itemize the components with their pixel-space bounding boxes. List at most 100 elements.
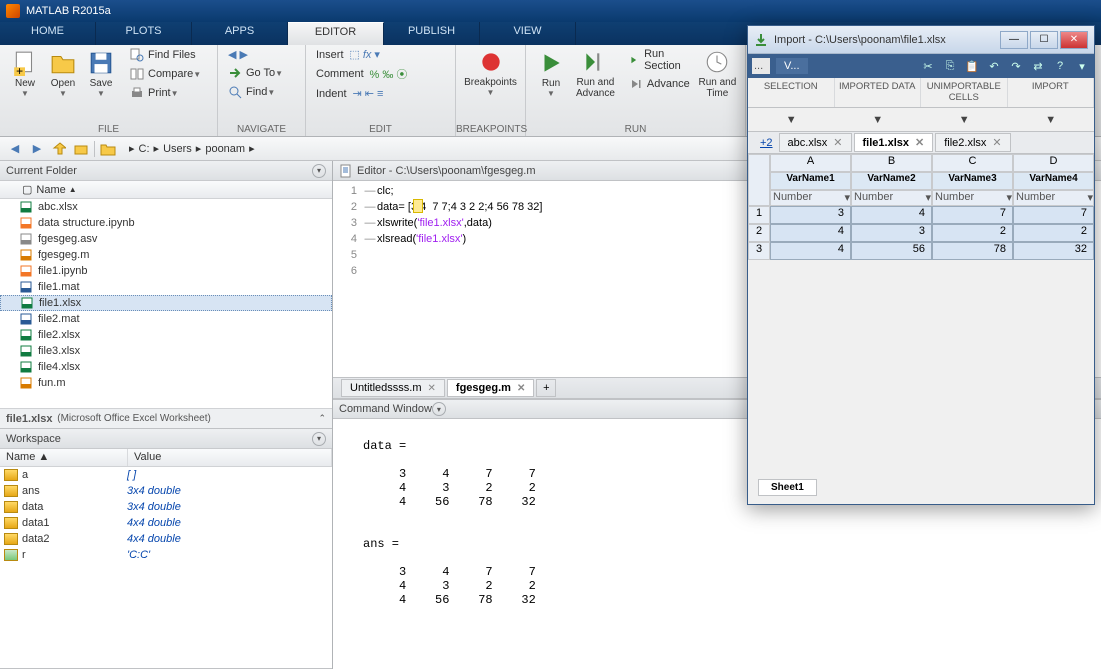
maximize-button[interactable]: ☐ [1030, 31, 1058, 49]
add-tab-button[interactable]: + [536, 379, 556, 397]
find-button[interactable]: Find ▼ [224, 84, 299, 100]
import-data-row[interactable]: 13477 [748, 206, 1094, 224]
file-group-label: FILE [0, 124, 217, 135]
workspace-header: Workspace▾ [0, 429, 332, 449]
compare-button[interactable]: Compare ▼ [126, 66, 205, 82]
imp-drop[interactable]: ▼ [835, 108, 922, 131]
import-file-tabs: +2 abc.xlsx✕ file1.xlsx✕ file2.xlsx✕ [748, 132, 1094, 154]
dropdown-icon[interactable]: ▾ [1074, 58, 1090, 74]
workspace-row[interactable]: data14x4 double [0, 515, 332, 531]
imp-drop[interactable]: ▼ [921, 108, 1008, 131]
run-advance-button[interactable]: Run and Advance [570, 47, 621, 101]
undo-icon[interactable]: ↶ [986, 58, 1002, 74]
editor-tab-untitled[interactable]: Untitledssss.m✕ [341, 379, 445, 397]
app-title: MATLAB R2015a [26, 5, 111, 17]
imp-drop[interactable]: ▼ [748, 108, 835, 131]
file-row[interactable]: fun.m [0, 375, 332, 391]
file-row[interactable]: fgesgeg.asv [0, 231, 332, 247]
goto-button[interactable]: Go To ▼ [224, 65, 299, 81]
file-row[interactable]: file1.ipynb [0, 263, 332, 279]
workspace-row[interactable]: ans3x4 double [0, 483, 332, 499]
panel-menu-icon[interactable]: ▾ [312, 164, 326, 178]
svg-text:+: + [16, 64, 23, 76]
help-icon[interactable]: ? [1052, 58, 1068, 74]
current-folder-header: Current Folder▾ [0, 161, 332, 181]
workspace-row[interactable]: r'C:C' [0, 547, 332, 563]
import-toolstrip: ... V... ✂ ⎘ 📋 ↶ ↷ ⇄ ? ▾ [748, 54, 1094, 78]
file-row[interactable]: file2.mat [0, 311, 332, 327]
tab-plots[interactable]: PLOTS [96, 22, 192, 45]
workspace-row[interactable]: data3x4 double [0, 499, 332, 515]
tab-apps[interactable]: APPS [192, 22, 288, 45]
run-time-button[interactable]: Run and Time [696, 47, 739, 101]
imp-tab-file2[interactable]: file2.xlsx✕ [935, 133, 1010, 152]
imp-tab-file1[interactable]: file1.xlsx✕ [854, 133, 934, 152]
sheet-tab[interactable]: Sheet1 [758, 479, 817, 496]
file-row[interactable]: data structure.ipynb [0, 215, 332, 231]
close-tab-icon[interactable]: ✕ [517, 383, 525, 394]
advance-button[interactable]: Advance [625, 76, 696, 92]
file-row[interactable]: file4.xlsx [0, 359, 332, 375]
imp-tab-prev[interactable]: ... [752, 58, 770, 74]
tab-publish[interactable]: PUBLISH [384, 22, 480, 45]
file-row[interactable]: abc.xlsx [0, 199, 332, 215]
imp-plus2[interactable]: +2 [754, 137, 779, 149]
minimize-button[interactable]: — [1000, 31, 1028, 49]
import-data-row[interactable]: 34567832 [748, 242, 1094, 260]
nav-back-icon[interactable]: ◀ [6, 140, 24, 158]
file-row[interactable]: file1.xlsx [0, 295, 332, 311]
redo-icon[interactable]: ↷ [1008, 58, 1024, 74]
new-button[interactable]: +New▼ [6, 47, 44, 101]
file-row[interactable]: file3.xlsx [0, 343, 332, 359]
import-data-row[interactable]: 24322 [748, 224, 1094, 242]
imp-drop[interactable]: ▼ [1008, 108, 1095, 131]
import-spreadsheet[interactable]: ABCD VarName1VarName2VarName3VarName4 Nu… [748, 154, 1094, 260]
indent-button[interactable]: Indent ⇥ ⇤ ≡ [312, 86, 449, 101]
switch-icon[interactable]: ⇄ [1030, 58, 1046, 74]
imp-tab-abc[interactable]: abc.xlsx✕ [779, 133, 852, 152]
import-title-bar[interactable]: Import - C:\Users\poonam\file1.xlsx — ☐ … [748, 26, 1094, 54]
open-button[interactable]: Open▼ [44, 47, 82, 101]
run-button[interactable]: Run▼ [532, 47, 570, 101]
save-button[interactable]: Save▼ [82, 47, 120, 101]
insert-button[interactable]: Insert ⬚ fx ▾ [312, 47, 449, 62]
nav-fwd-icon[interactable]: ▶ [28, 140, 46, 158]
import-window-title: Import - C:\Users\poonam\file1.xlsx [774, 34, 1000, 46]
tab-editor[interactable]: EDITOR [288, 22, 384, 45]
comment-button[interactable]: Comment % ‰ ⦿ [312, 65, 449, 83]
nav-browse-icon[interactable] [72, 140, 90, 158]
nav-up-icon[interactable] [50, 140, 68, 158]
file-row[interactable]: file1.mat [0, 279, 332, 295]
tab-view[interactable]: VIEW [480, 22, 576, 45]
cut-icon[interactable]: ✂ [920, 58, 936, 74]
workspace-list: a[ ]ans3x4 doubledata3x4 doubledata14x4 … [0, 467, 332, 668]
run-section-button[interactable]: Run Section [625, 47, 696, 73]
workspace-row[interactable]: data24x4 double [0, 531, 332, 547]
panel-menu-icon[interactable]: ▾ [432, 402, 446, 416]
file-details: file1.xlsx (Microsoft Office Excel Works… [0, 408, 332, 428]
nav-back-fwd[interactable]: ◀ ▶ [224, 47, 299, 62]
editor-tab-fgesgeg[interactable]: fgesgeg.m✕ [447, 379, 534, 397]
find-files-button[interactable]: Find Files [126, 47, 205, 63]
workspace-row[interactable]: a[ ] [0, 467, 332, 483]
ws-col-name[interactable]: Name ▲ [0, 449, 128, 466]
copy-icon[interactable]: ⎘ [942, 58, 958, 74]
file-row[interactable]: fgesgeg.m [0, 247, 332, 263]
close-button[interactable]: ✕ [1060, 31, 1088, 49]
panel-menu-icon[interactable]: ▾ [312, 432, 326, 446]
ws-col-value[interactable]: Value [128, 449, 332, 466]
paste-icon[interactable]: 📋 [964, 58, 980, 74]
matlab-title-bar: MATLAB R2015a [0, 0, 1101, 22]
folder-icon[interactable] [99, 140, 117, 158]
imp-tab-variable[interactable]: V... [776, 58, 808, 74]
close-tab-icon[interactable]: ✕ [428, 383, 436, 394]
print-button[interactable]: Print ▼ [126, 85, 205, 101]
matlab-logo-icon [6, 4, 20, 18]
file-column-header[interactable]: ▢Name▲ [0, 181, 332, 199]
import-window: Import - C:\Users\poonam\file1.xlsx — ☐ … [747, 25, 1095, 505]
file-row[interactable]: file2.xlsx [0, 327, 332, 343]
file-list: abc.xlsxdata structure.ipynbfgesgeg.asvf… [0, 199, 332, 408]
breakpoints-button[interactable]: Breakpoints▼ [462, 47, 519, 99]
tab-home[interactable]: HOME [0, 22, 96, 45]
breadcrumb[interactable]: ▸C: ▸Users ▸poonam ▸ [125, 142, 259, 155]
